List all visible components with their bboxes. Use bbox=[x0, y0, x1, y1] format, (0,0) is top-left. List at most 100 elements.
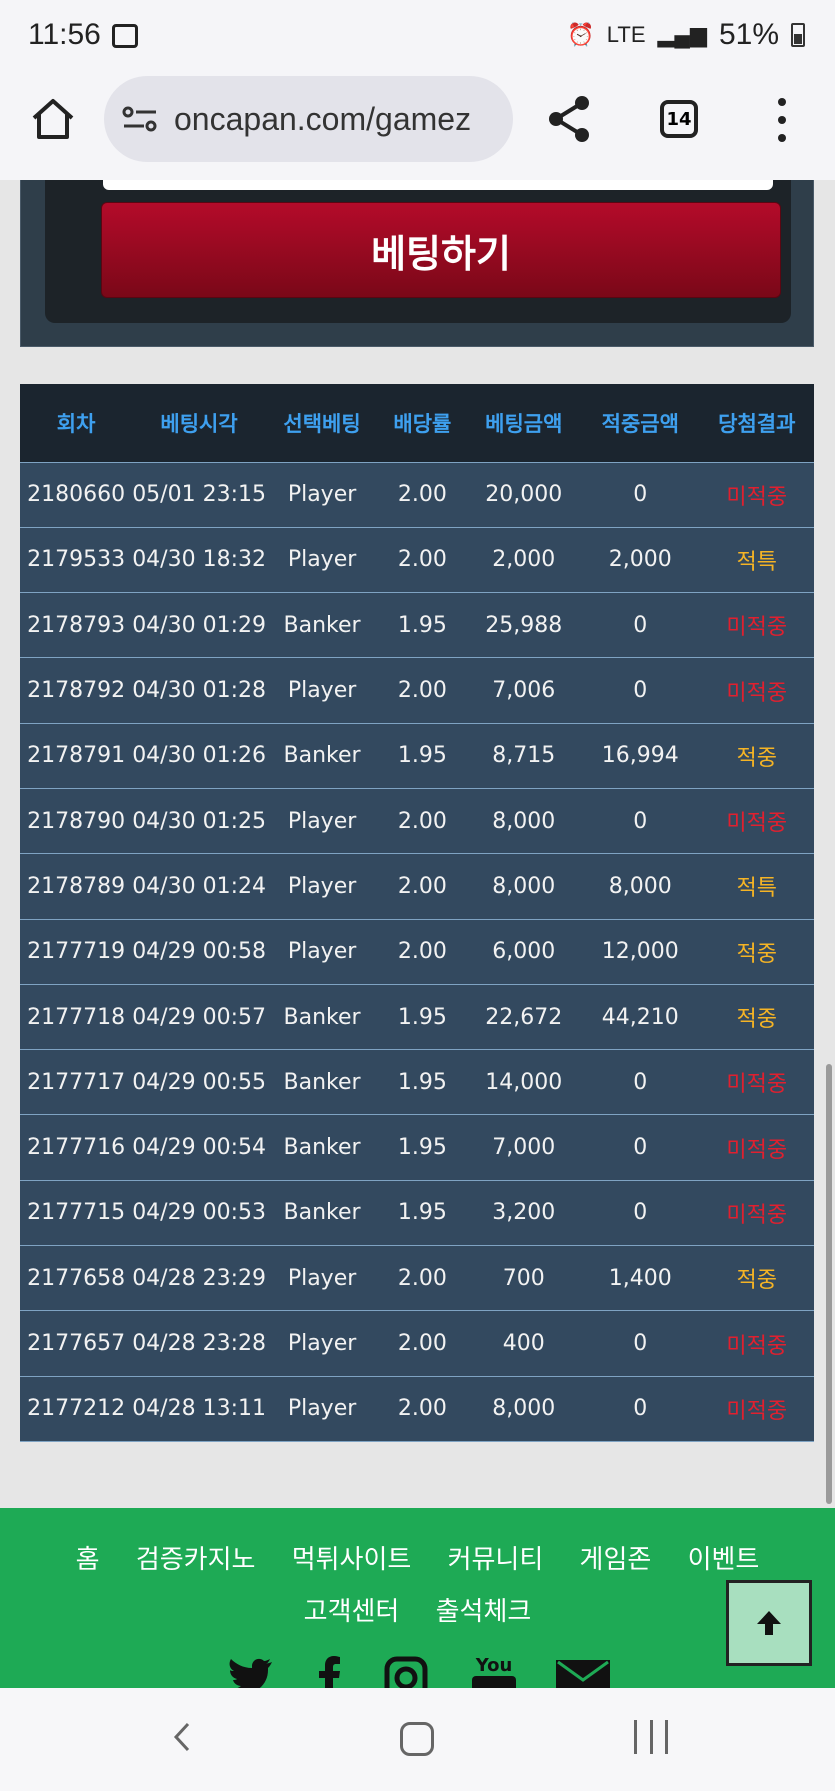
page-scrollbar[interactable] bbox=[826, 1064, 832, 1504]
site-settings-icon[interactable] bbox=[122, 104, 158, 134]
system-nav-bar bbox=[0, 1688, 835, 1791]
bet-time-cell: 04/30 01:29 bbox=[132, 592, 266, 658]
selection-cell: Banker bbox=[265, 722, 379, 789]
round-cell: 2178793 bbox=[20, 592, 133, 658]
place-bet-button[interactable]: 베팅하기 bbox=[101, 202, 781, 298]
odds-cell: 2.00 bbox=[378, 1375, 467, 1442]
footer-nav: 홈 검증카지노 먹튀사이트 커뮤니티 게임존 이벤트 고객센터 출석체크 bbox=[0, 1534, 835, 1638]
twitter-icon[interactable] bbox=[226, 1656, 274, 1688]
win-amount-cell: 16,994 bbox=[580, 722, 700, 789]
selection-cell: Player bbox=[265, 787, 379, 854]
table-row: 2180660 05/01 23:15 Player 2.00 20,000 0 미적중 bbox=[20, 461, 814, 528]
win-amount-cell: 0 bbox=[580, 1310, 700, 1377]
bet-amount-cell: 3,200 bbox=[466, 1179, 581, 1246]
battery-icon bbox=[791, 23, 805, 47]
bet-time-cell: 04/30 01:25 bbox=[132, 787, 266, 854]
table-row: 2177718 04/29 00:57 Banker 1.95 22,672 44,210… bbox=[20, 983, 814, 1050]
bet-time-cell: 04/29 00:57 bbox=[132, 983, 266, 1050]
facebook-icon[interactable] bbox=[316, 1656, 342, 1688]
battery-percent: 51% bbox=[718, 18, 779, 51]
recents-icon[interactable] bbox=[634, 1720, 668, 1754]
selection-cell: Player bbox=[265, 1310, 379, 1377]
footer-nav-link[interactable]: 커뮤니티 bbox=[448, 1545, 544, 1575]
footer-nav-link[interactable]: 출석체크 bbox=[436, 1597, 532, 1627]
browser-toolbar: oncapan.com/gamez 14 bbox=[0, 74, 835, 180]
table-row: 2177657 04/28 23:28 Player 2.00 400 0 미적중 bbox=[20, 1310, 814, 1377]
signal-icon: ▂▄▆ bbox=[657, 22, 707, 47]
site-footer: 홈 검증카지노 먹튀사이트 커뮤니티 게임존 이벤트 고객센터 출석체크 You bbox=[0, 1508, 835, 1688]
bet-time-cell: 04/30 01:26 bbox=[132, 722, 266, 789]
win-amount-cell: 0 bbox=[580, 592, 700, 658]
home-nav-icon[interactable] bbox=[400, 1722, 434, 1756]
odds-cell: 1.95 bbox=[378, 592, 467, 658]
table-row: 2177717 04/29 00:55 Banker 1.95 14,000 0 미적중 bbox=[20, 1049, 814, 1115]
result-cell: 미적중 bbox=[699, 1310, 814, 1377]
back-icon[interactable] bbox=[168, 1722, 198, 1752]
odds-cell: 2.00 bbox=[378, 1310, 467, 1377]
bet-amount-cell: 25,988 bbox=[466, 592, 581, 658]
round-cell: 2177212 bbox=[20, 1375, 133, 1442]
odds-cell: 1.95 bbox=[378, 722, 467, 789]
selection-cell: Banker bbox=[265, 1114, 379, 1181]
column-header: 적중금액 bbox=[580, 384, 700, 462]
bet-amount-cell: 7,006 bbox=[466, 657, 581, 724]
address-bar[interactable]: oncapan.com/gamez bbox=[104, 76, 513, 162]
column-header: 베팅시각 bbox=[132, 384, 266, 462]
mail-icon[interactable] bbox=[556, 1656, 610, 1688]
bet-time-cell: 04/28 23:29 bbox=[132, 1245, 266, 1311]
win-amount-cell: 0 bbox=[580, 1375, 700, 1442]
bet-amount-cell: 400 bbox=[466, 1310, 581, 1377]
round-cell: 2178791 bbox=[20, 722, 133, 789]
bet-time-cell: 04/29 00:58 bbox=[132, 918, 266, 985]
win-amount-cell: 0 bbox=[580, 1049, 700, 1115]
odds-cell: 1.95 bbox=[378, 1179, 467, 1246]
win-amount-cell: 1,400 bbox=[580, 1245, 700, 1311]
result-cell: 미적중 bbox=[699, 1375, 814, 1442]
url-text: oncapan.com/gamez bbox=[174, 100, 472, 137]
scroll-to-top-button[interactable] bbox=[726, 1580, 812, 1666]
round-cell: 2177717 bbox=[20, 1049, 133, 1115]
table-row: 2178790 04/30 01:25 Player 2.00 8,000 0 미적중 bbox=[20, 787, 814, 854]
round-cell: 2177658 bbox=[20, 1245, 133, 1311]
youtube-icon[interactable]: You bbox=[472, 1656, 516, 1688]
bet-amount-cell: 8,000 bbox=[466, 787, 581, 854]
odds-cell: 2.00 bbox=[378, 1245, 467, 1311]
win-amount-cell: 12,000 bbox=[580, 918, 700, 985]
footer-nav-link[interactable]: 검증카지노 bbox=[136, 1545, 256, 1575]
youtube-bar bbox=[472, 1676, 516, 1688]
column-header: 회차 bbox=[20, 384, 133, 462]
round-cell: 2178792 bbox=[20, 657, 133, 724]
bet-panel: 베팅하기 bbox=[20, 180, 814, 347]
share-icon[interactable] bbox=[546, 94, 592, 144]
footer-nav-link[interactable]: 게임존 bbox=[580, 1545, 652, 1575]
bet-time-cell: 04/30 01:24 bbox=[132, 853, 266, 920]
bet-amount-input[interactable] bbox=[103, 180, 773, 190]
bet-amount-cell: 2,000 bbox=[466, 526, 581, 593]
result-cell: 적중 bbox=[699, 983, 814, 1050]
odds-cell: 1.95 bbox=[378, 983, 467, 1050]
bet-amount-cell: 8,715 bbox=[466, 722, 581, 789]
result-cell: 미적중 bbox=[699, 1179, 814, 1246]
footer-nav-link[interactable]: 이벤트 bbox=[688, 1545, 760, 1575]
selection-cell: Banker bbox=[265, 592, 379, 658]
selection-cell: Banker bbox=[265, 1179, 379, 1246]
footer-nav-link[interactable]: 홈 bbox=[76, 1545, 100, 1575]
tab-switcher-button[interactable]: 14 bbox=[660, 100, 698, 138]
footer-nav-link[interactable]: 먹튀사이트 bbox=[292, 1545, 412, 1575]
bet-amount-cell: 700 bbox=[466, 1245, 581, 1311]
footer-nav-link[interactable]: 고객센터 bbox=[304, 1597, 400, 1627]
result-cell: 미적중 bbox=[699, 787, 814, 854]
home-icon[interactable] bbox=[30, 96, 76, 142]
odds-cell: 1.95 bbox=[378, 1049, 467, 1115]
result-cell: 적중 bbox=[699, 1245, 814, 1311]
status-indicators: ⏰ LTE ▂▄▆ 51% bbox=[567, 18, 805, 52]
bet-amount-cell: 6,000 bbox=[466, 918, 581, 985]
gallery-notification-icon bbox=[112, 24, 138, 48]
bet-amount-cell: 14,000 bbox=[466, 1049, 581, 1115]
odds-cell: 2.00 bbox=[378, 526, 467, 593]
table-row: 2177658 04/28 23:29 Player 2.00 700 1,400 적중 bbox=[20, 1245, 814, 1311]
instagram-icon[interactable] bbox=[384, 1656, 428, 1688]
bet-amount-cell: 7,000 bbox=[466, 1114, 581, 1181]
table-row: 2178791 04/30 01:26 Banker 1.95 8,715 16,994 적… bbox=[20, 722, 814, 789]
more-menu-icon[interactable] bbox=[774, 98, 790, 142]
